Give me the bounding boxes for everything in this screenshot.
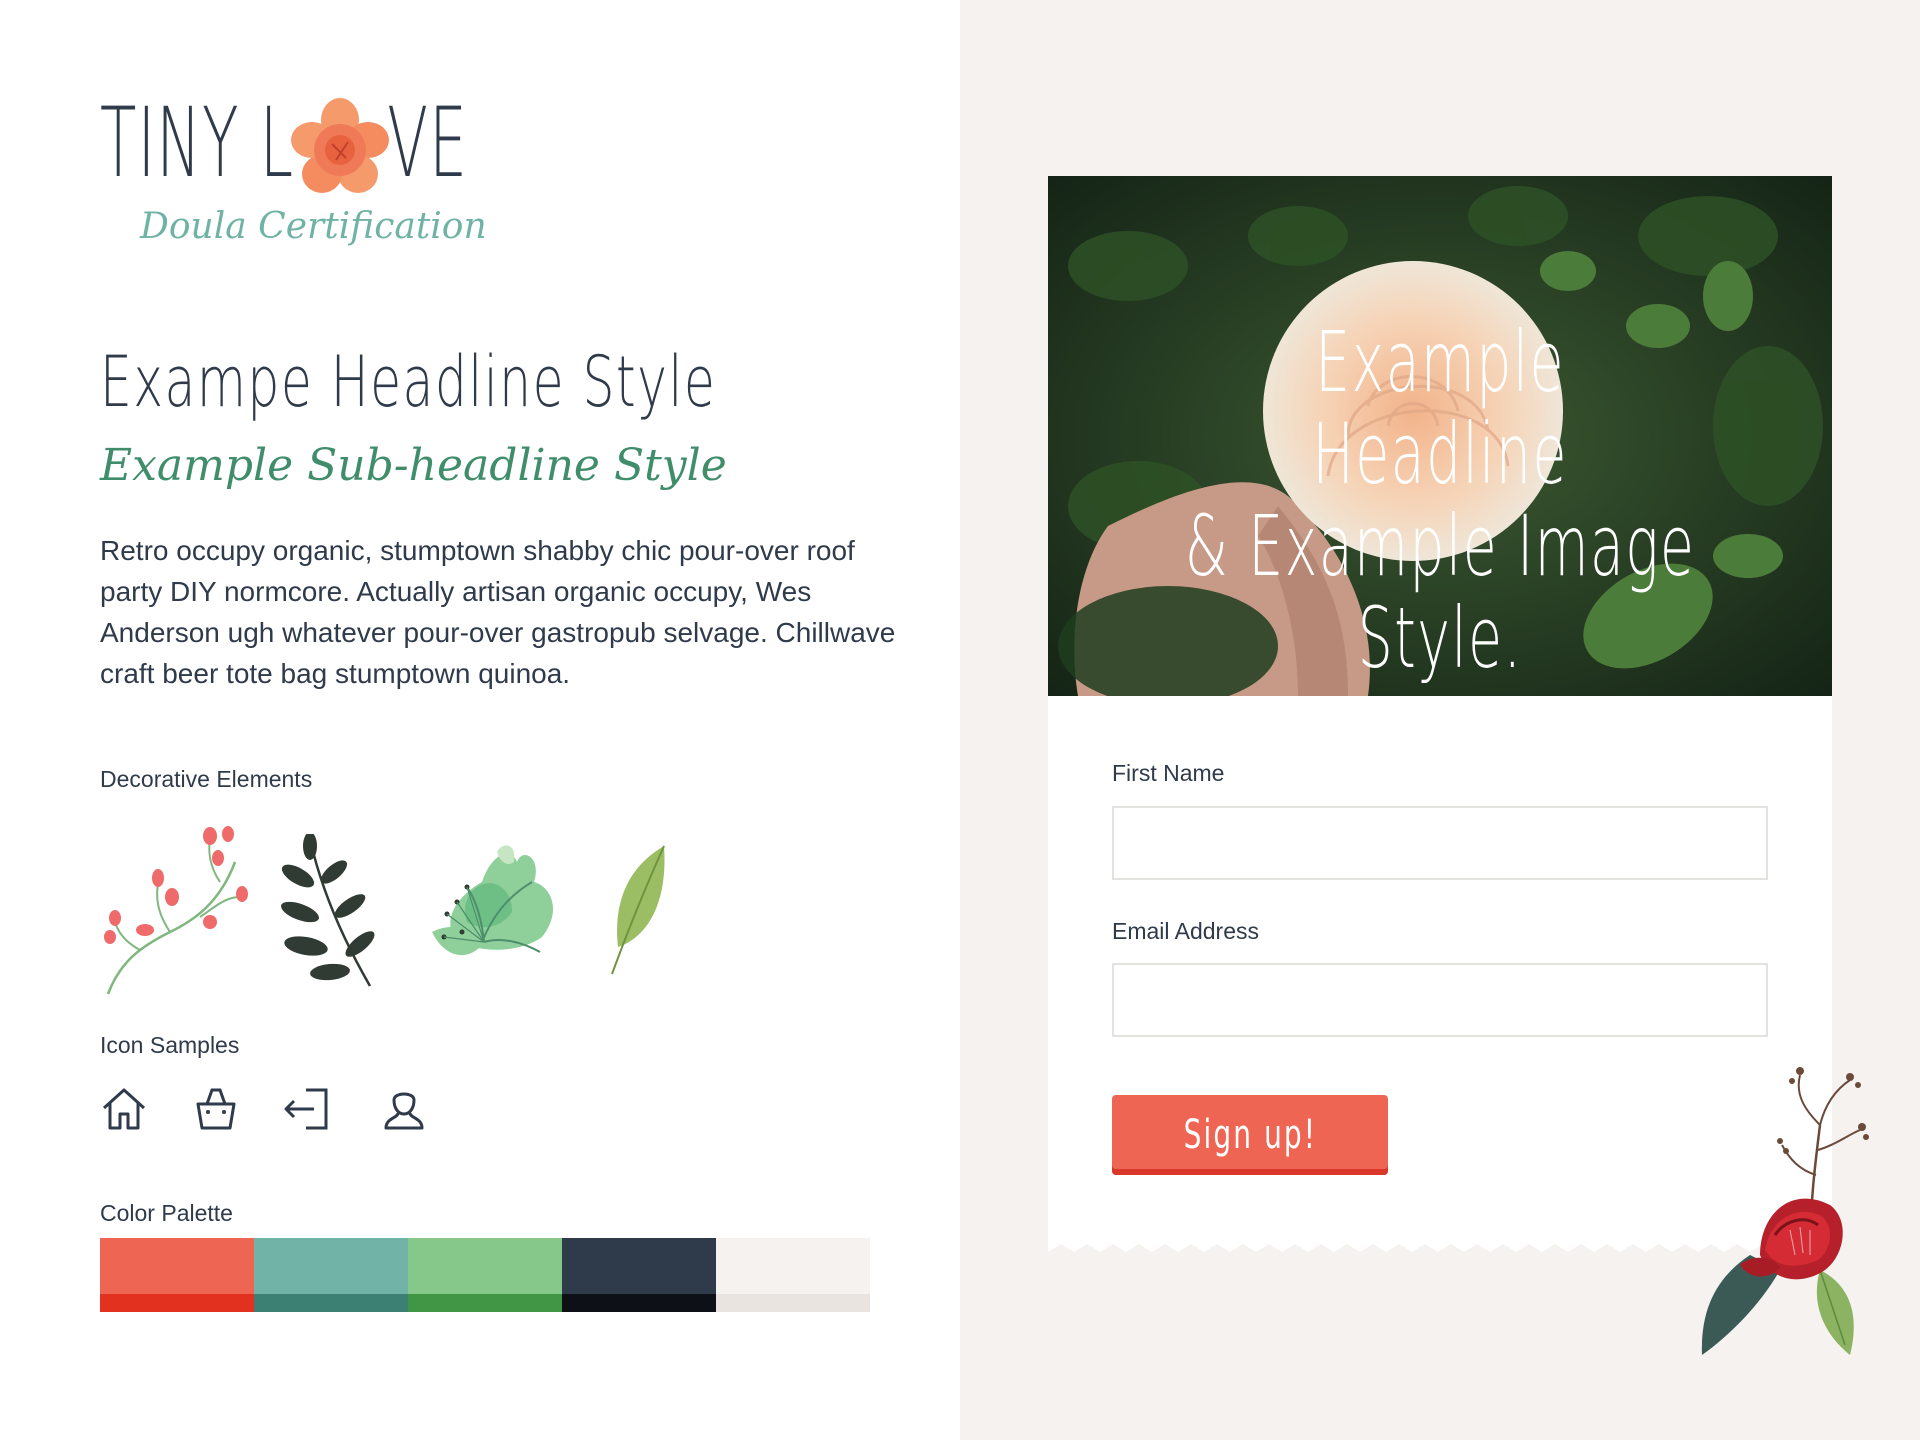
swatch-green [408,1238,562,1312]
green-flower-icon [432,845,554,956]
swatch-teal [254,1238,408,1312]
single-leaf-icon [611,845,665,975]
swatch-cream [716,1238,870,1312]
swatch-navy [562,1238,716,1312]
decorative-elements-label: Decorative Elements [100,766,313,792]
color-palette-label: Color Palette [100,1200,233,1226]
hero-image: Example Headline & Example Image Style. [1048,176,1832,696]
logo-tagline: Doula Certification [140,206,487,247]
email-label: Email Address [1112,918,1260,944]
user-icon [384,1092,424,1130]
red-flower-decoration-icon [1701,1067,1869,1355]
berry-branch-icon [104,826,248,995]
style-guide-panel: TINY L VE Doula Certification Exampe Head… [0,0,960,1440]
first-name-label: First Name [1112,760,1225,786]
logo: TINY L VE Doula Certification [100,88,500,268]
logo-flower-icon [291,98,389,193]
shopping-bag-icon [196,1088,236,1130]
sign-up-button[interactable]: Sign up! [1112,1095,1388,1175]
email-field[interactable] [1112,963,1768,1037]
hero-title: Example Headline & Example Image Style. [1184,313,1696,687]
first-name-field[interactable] [1112,806,1768,880]
home-icon [102,1088,146,1130]
body-copy-sample: Retro occupy organic, stumptown shabby c… [100,535,896,689]
swatch-coral [100,1238,254,1312]
icon-samples-label: Icon Samples [100,1032,240,1058]
headline-sample: Exampe Headline Style [100,341,717,423]
subheadline-sample: Example Sub-headline Style [100,440,727,491]
color-palette [100,1238,870,1312]
login-icon [284,1088,328,1130]
dark-leaf-sprig-icon [281,834,375,987]
